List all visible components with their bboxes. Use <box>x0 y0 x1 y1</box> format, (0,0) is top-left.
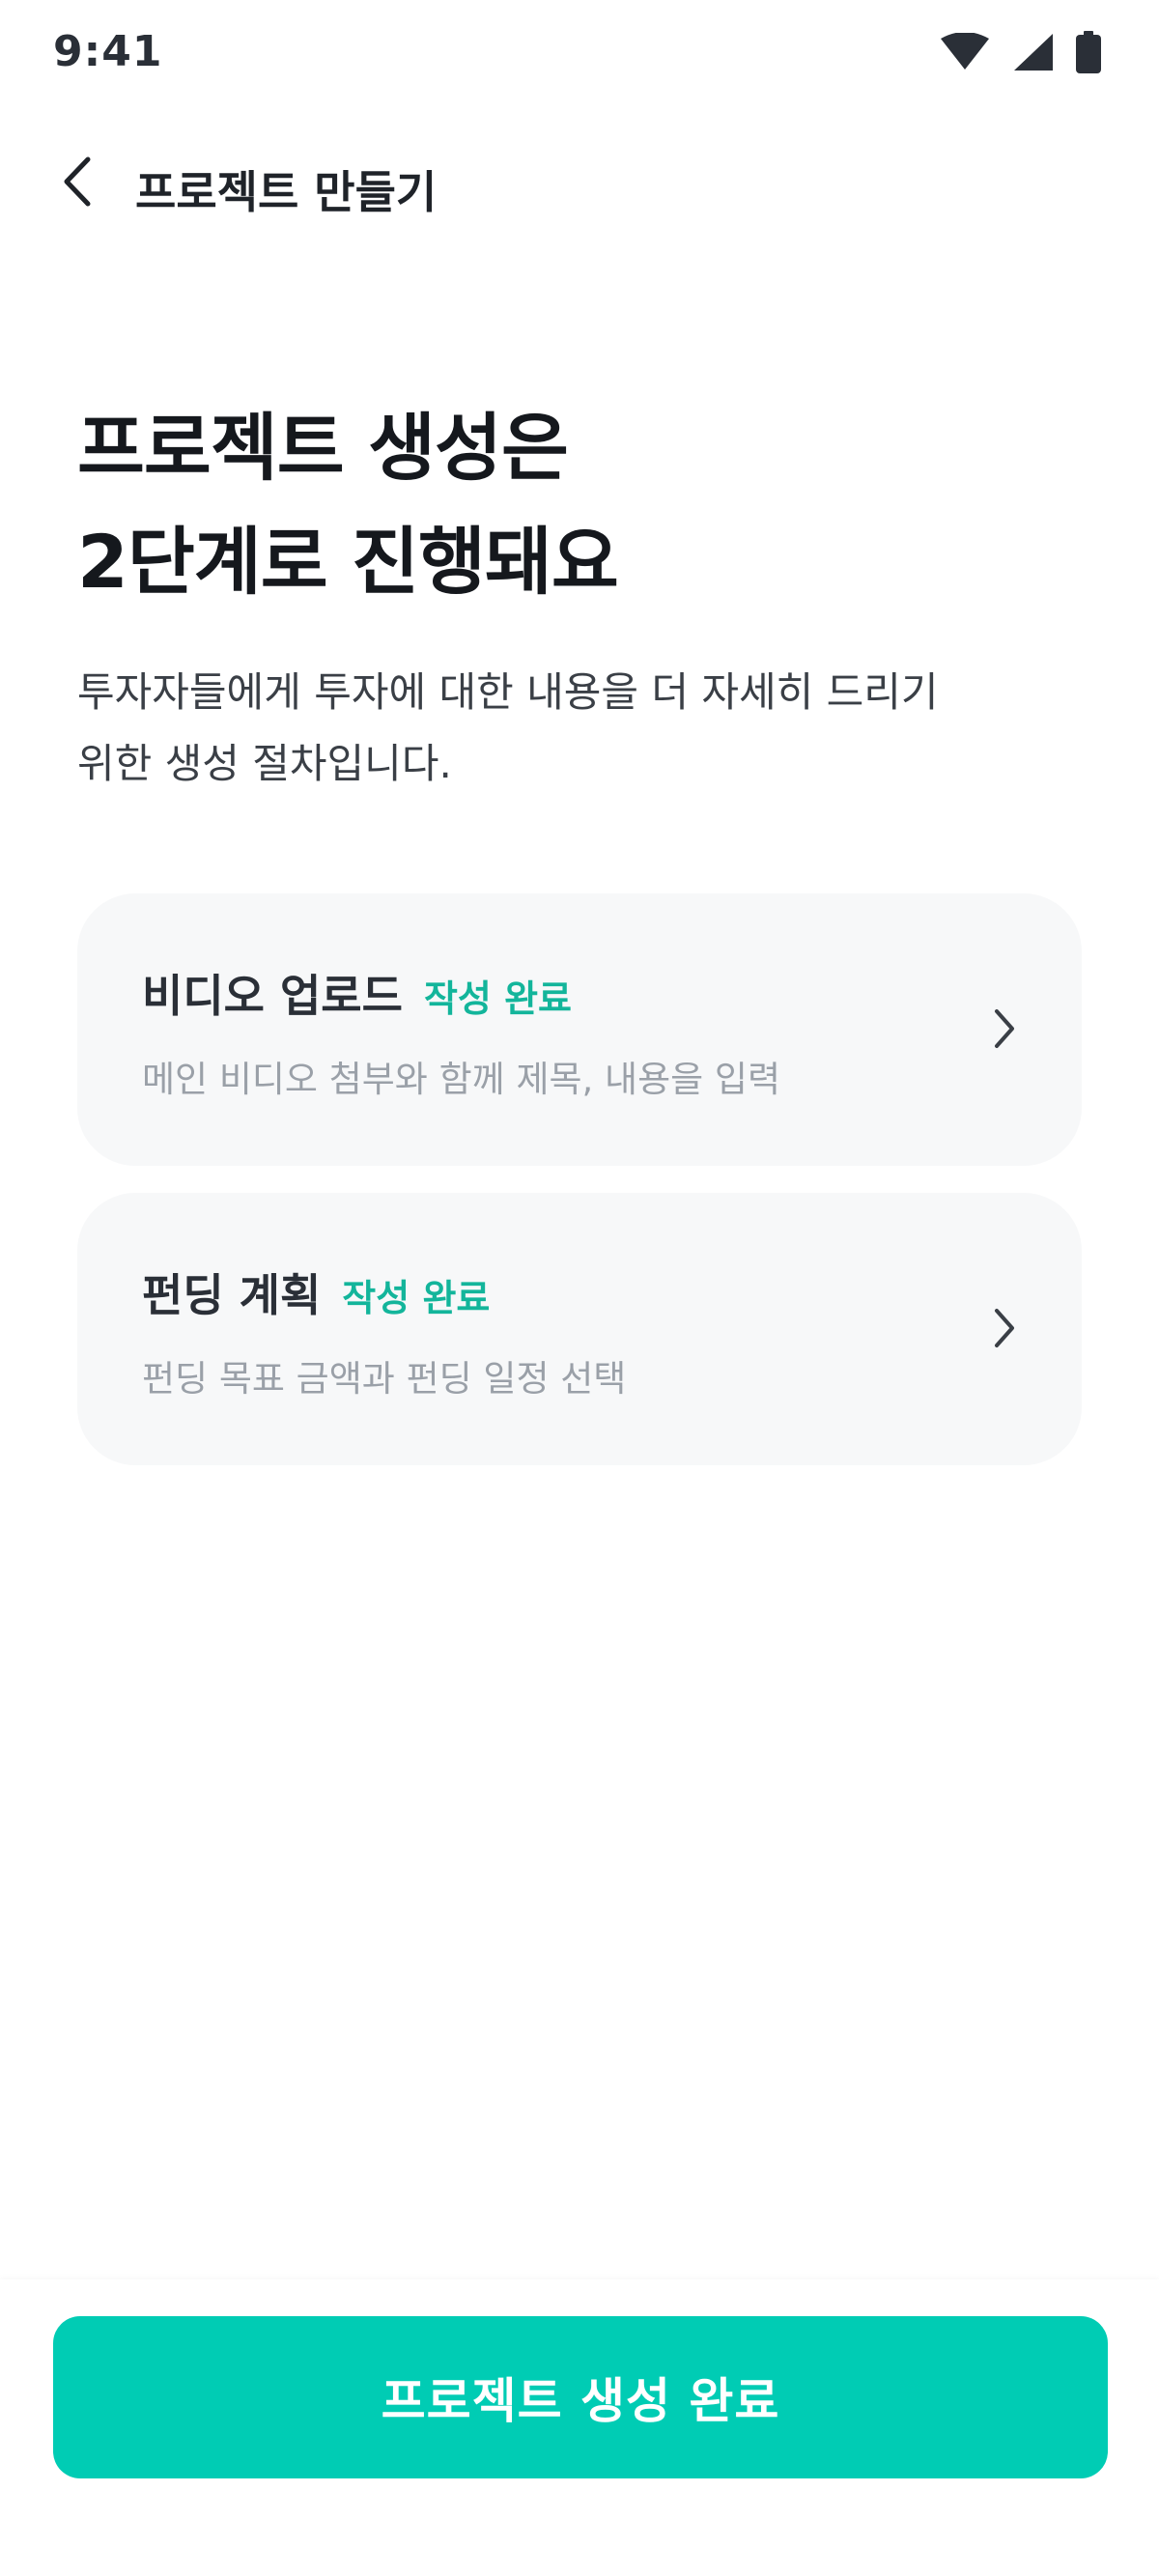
step-subtitle: 메인 비디오 첨부와 함께 제목, 내용을 입력 <box>142 1059 781 1100</box>
chevron-left-icon <box>61 156 94 212</box>
project-create-screen: 9:41 프로젝트 만들기 프로젝트 생성은 2단계로 진행돼요 투자자들에게 … <box>0 0 1159 2576</box>
hero-title-line: 2단계로 진행돼요 <box>77 519 619 605</box>
hero-description-line: 위한 생성 절차입니다. <box>77 740 452 787</box>
chevron-right-icon <box>985 1299 1024 1357</box>
status-bar: 9:41 <box>0 0 1159 106</box>
step-subtitle: 펀딩 목표 금액과 펀딩 일정 선택 <box>142 1358 627 1400</box>
status-icons <box>939 29 1101 75</box>
hero-description: 투자자들에게 투자에 대한 내용을 더 자세히 드리기 위한 생성 절차입니다. <box>77 657 1101 800</box>
step-title: 펀딩 계획 <box>142 1269 322 1321</box>
step-list: 비디오 업로드 작성 완료 메인 비디오 첨부와 함께 제목, 내용을 입력 펀… <box>77 893 1082 1492</box>
step-title: 비디오 업로드 <box>142 970 403 1022</box>
hero-description-line: 투자자들에게 투자에 대한 내용을 더 자세히 드리기 <box>77 668 939 716</box>
cellular-signal-icon <box>1012 32 1055 72</box>
step-head: 펀딩 계획 작성 완료 <box>142 1260 490 1324</box>
hero-title: 프로젝트 생성은 2단계로 진행돼요 <box>77 391 1082 619</box>
chevron-right-icon <box>985 1000 1024 1058</box>
back-button[interactable] <box>39 140 116 227</box>
app-header: 프로젝트 만들기 <box>0 140 1159 227</box>
hero-title-line: 프로젝트 생성은 <box>77 405 569 491</box>
step-card-video-upload[interactable]: 비디오 업로드 작성 완료 메인 비디오 첨부와 함께 제목, 내용을 입력 <box>77 893 1082 1166</box>
step-card-funding-plan[interactable]: 펀딩 계획 작성 완료 펀딩 목표 금액과 펀딩 일정 선택 <box>77 1193 1082 1465</box>
complete-project-button[interactable]: 프로젝트 생성 완료 <box>53 2316 1108 2478</box>
status-time: 9:41 <box>53 27 163 76</box>
battery-icon <box>1076 31 1101 73</box>
page-title: 프로젝트 만들기 <box>135 166 438 218</box>
bottom-action-bar: 프로젝트 생성 완료 <box>0 2279 1159 2576</box>
wifi-icon <box>939 33 991 71</box>
status-badge: 작성 완료 <box>342 1277 491 1319</box>
step-head: 비디오 업로드 작성 완료 <box>142 961 572 1025</box>
status-badge: 작성 완료 <box>423 977 573 1020</box>
